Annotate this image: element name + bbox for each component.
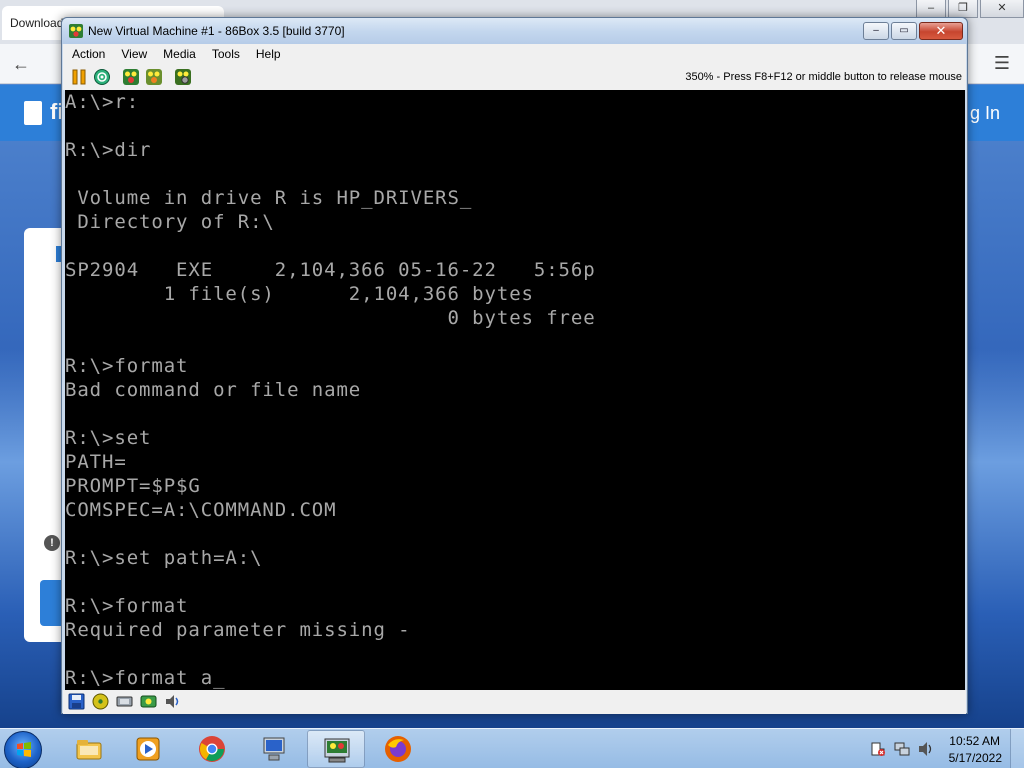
dos-screen-line: R:\>format (65, 595, 189, 617)
menu-view[interactable]: View (112, 44, 154, 64)
action-center-icon[interactable] (870, 741, 886, 757)
taskbar-86box[interactable] (307, 730, 365, 768)
ctrl-alt-del-icon[interactable] (122, 68, 140, 86)
volume-icon[interactable] (918, 741, 934, 757)
explorer-icon (76, 740, 102, 760)
clock-time[interactable]: 10:52 AM (949, 734, 1000, 748)
minimize-button[interactable]: – (863, 22, 889, 40)
network-status-icon[interactable] (894, 741, 910, 757)
menu-help[interactable]: Help (247, 44, 288, 64)
vm-menu-bar: Action View Media Tools Help (63, 44, 966, 64)
cdrom-drive-icon[interactable] (92, 693, 109, 710)
vm-toolbar: 350% - Press F8+F12 or middle button to … (63, 64, 966, 90)
dos-screen-line: Required parameter missing - (65, 619, 411, 641)
dos-screen-line: COMSPEC=A:\COMMAND.COM (65, 499, 337, 521)
network-icon[interactable] (116, 693, 133, 710)
maximize-button[interactable]: ▭ (891, 22, 917, 40)
dos-screen-line: R:\>format (65, 355, 189, 377)
vm-status-bar (63, 690, 966, 714)
taskbar-explorer[interactable] (60, 730, 118, 768)
mouse-capture-status: 350% - Press F8+F12 or middle button to … (685, 71, 962, 83)
dos-screen-line: R:\>dir (65, 139, 152, 161)
dos-screen-line: R:\>set path=A:\ (65, 547, 263, 569)
sound-icon[interactable] (164, 693, 181, 710)
file-icon (24, 101, 42, 125)
close-button[interactable]: ✕ (919, 22, 963, 40)
menu-media[interactable]: Media (154, 44, 203, 64)
taskbar-vm-manager[interactable] (245, 730, 303, 768)
settings-icon[interactable] (174, 68, 192, 86)
menu-tools[interactable]: Tools (203, 44, 247, 64)
browser-window-controls: – ❐ ✕ (916, 0, 1024, 18)
emulated-dos-screen[interactable]: A:\>r: R:\>dir Volume in drive R is HP_DR… (65, 90, 965, 690)
back-arrow-icon[interactable]: ← (12, 54, 30, 75)
notification-area: 10:52 AM 5/17/2022 (864, 729, 1024, 768)
dos-screen-line: Bad command or file name (65, 379, 362, 401)
floppy-drive-icon[interactable] (68, 693, 85, 710)
firefox-icon (385, 736, 411, 762)
vm-caption-buttons: – ▭ ✕ (863, 22, 963, 40)
start-button[interactable] (4, 731, 42, 768)
dos-screen-line: Directory of R:\ (65, 211, 275, 233)
dos-screen-line: PATH= (65, 451, 127, 473)
vm-window-title: New Virtual Machine #1 - 86Box 3.5 [buil… (88, 24, 345, 38)
vm-manager-icon (263, 737, 285, 761)
86box-icon (324, 738, 350, 763)
chrome-icon (199, 736, 225, 762)
ctrl-alt-esc-icon[interactable] (145, 68, 163, 86)
dos-screen-line: R:\>format a_ (65, 667, 226, 689)
dos-screen-line: Volume in drive R is HP_DRIVERS_ (65, 187, 473, 209)
dos-screen-line: 0 bytes free (65, 307, 596, 329)
taskbar: 10:52 AM 5/17/2022 (0, 728, 1024, 768)
sign-in-link[interactable]: g In (970, 103, 1000, 124)
vm-title-bar[interactable]: New Virtual Machine #1 - 86Box 3.5 [buil… (62, 18, 967, 44)
taskbar-firefox[interactable] (369, 730, 427, 768)
hard-disk-icon[interactable] (140, 693, 157, 710)
hard-reset-icon[interactable] (93, 68, 111, 86)
browser-minimize-button[interactable]: – (916, 0, 946, 18)
hamburger-menu-icon[interactable]: ☰ (994, 53, 1010, 74)
pause-icon[interactable] (70, 68, 88, 86)
dos-screen-line: SP2904 EXE 2,104,366 05-16-22 5:56p (65, 259, 596, 281)
clock-date[interactable]: 5/17/2022 (949, 751, 1002, 765)
menu-action[interactable]: Action (63, 44, 112, 64)
dos-screen-line: A:\>r: (65, 91, 140, 113)
vm-window: New Virtual Machine #1 - 86Box 3.5 [buil… (61, 17, 968, 714)
media-player-icon (136, 737, 160, 761)
taskbar-media-player[interactable] (119, 730, 177, 768)
windows-logo-icon (17, 742, 31, 757)
browser-close-button[interactable]: ✕ (980, 0, 1024, 18)
warning-icon: ! (44, 535, 60, 551)
dos-screen-line: R:\>set (65, 427, 152, 449)
show-desktop-button[interactable] (1010, 729, 1024, 768)
browser-restore-button[interactable]: ❐ (948, 0, 978, 18)
dos-screen-line: PROMPT=$P$G (65, 475, 201, 497)
dos-screen-line: 1 file(s) 2,104,366 bytes (65, 283, 534, 305)
86box-app-icon (69, 24, 83, 38)
taskbar-chrome[interactable] (183, 730, 241, 768)
